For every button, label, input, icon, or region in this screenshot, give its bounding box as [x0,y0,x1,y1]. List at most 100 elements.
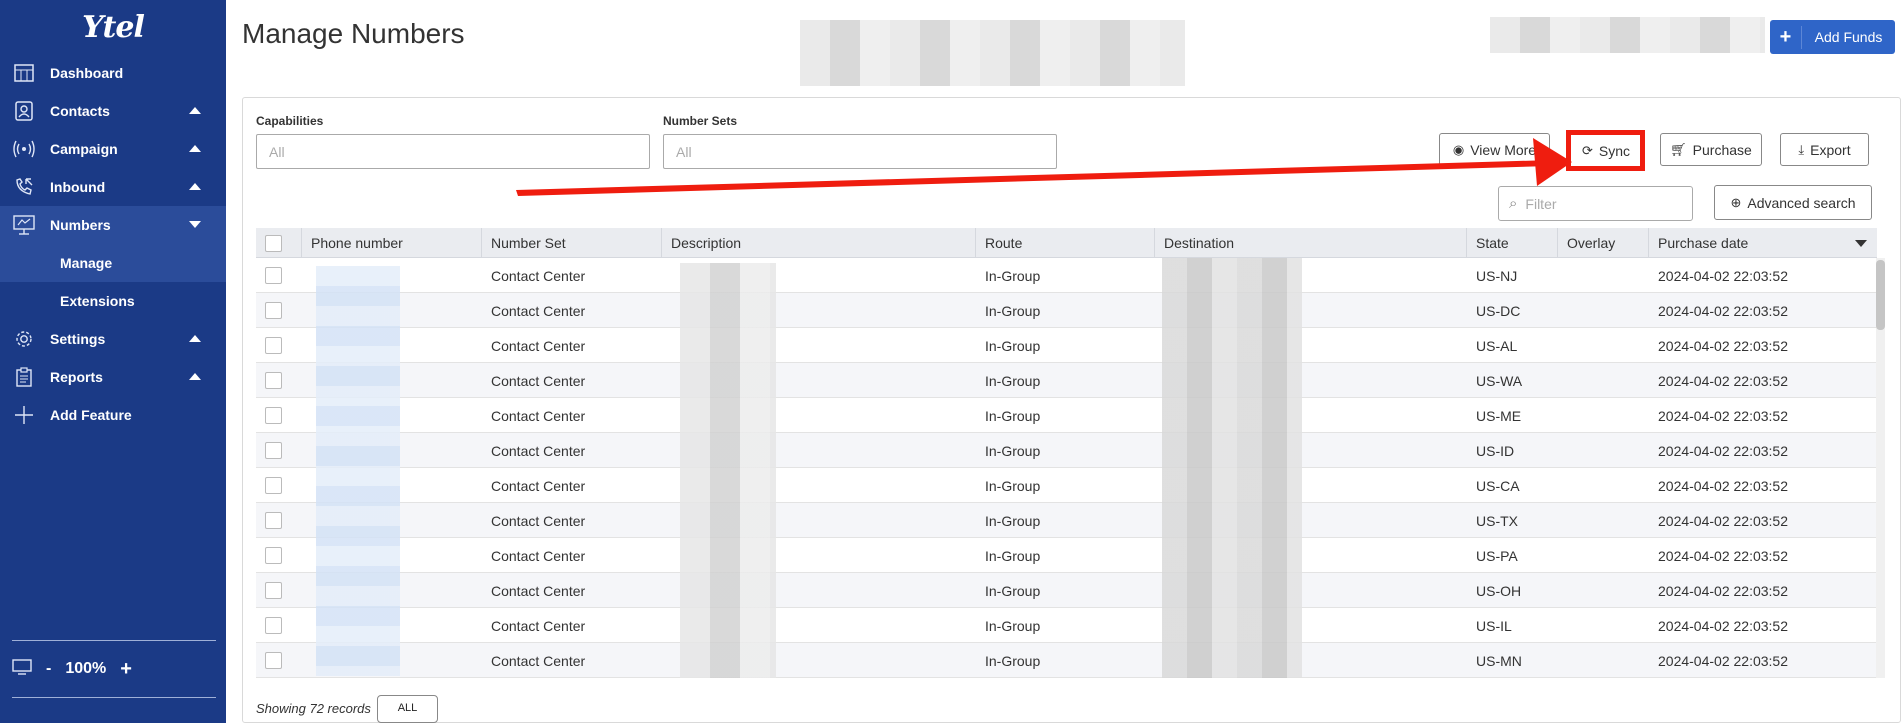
row-select-cell [256,573,302,608]
table-row[interactable]: Contact Center In-Group US-MN 2024-04-02 22… [256,643,1877,678]
view-more-button[interactable]: ◉ View More [1439,133,1550,166]
chevron-up-icon[interactable] [189,335,201,342]
sidebar-subitem-manage[interactable]: Manage [0,244,226,282]
redacted-descriptions [680,263,776,678]
column-header[interactable]: Destination [1155,228,1467,258]
chevron-up-icon[interactable] [189,145,201,152]
purchase-date-cell: 2024-04-02 22:03:52 [1658,372,1788,389]
overlay-cell [1558,433,1649,468]
table-row[interactable]: Contact Center In-Group US-CA 2024-04-02 22… [256,468,1877,503]
table-row[interactable]: Contact Center In-Group US-TX 2024-04-02 22… [256,503,1877,538]
state-cell: US-TX [1476,512,1518,529]
table-row[interactable]: Contact Center In-Group US-NJ 2024-04-02 22… [256,258,1877,293]
table-row[interactable]: Contact Center In-Group US-WA 2024-04-02 22… [256,363,1877,398]
state-cell: US-AL [1476,337,1518,354]
column-header[interactable]: State [1467,228,1558,258]
route-cell: In-Group [985,477,1041,494]
purchase-button[interactable]: 🛒︎ Purchase [1660,133,1762,166]
select-all-checkbox[interactable] [265,234,282,252]
zoom-out-button[interactable]: - [46,660,51,678]
purchase-date-cell: 2024-04-02 22:03:52 [1658,582,1788,599]
row-checkbox[interactable] [265,302,282,319]
row-checkbox[interactable] [265,442,282,459]
sidebar-item-label: Add Feature [50,407,132,423]
column-header[interactable]: Route [976,228,1155,258]
sidebar-item-inbound[interactable]: Inbound [0,168,226,206]
row-checkbox[interactable] [265,582,282,599]
column-header[interactable]: Purchase date [1649,228,1877,258]
table-row[interactable]: Contact Center In-Group US-IL 2024-04-02 22… [256,608,1877,643]
sidebar-subitem-extensions[interactable]: Extensions [0,282,226,320]
chevron-up-icon[interactable] [189,373,201,380]
row-checkbox[interactable] [265,477,282,494]
chevron-up-icon[interactable] [189,183,201,190]
capabilities-select[interactable]: All [256,134,650,169]
route-cell: In-Group [985,372,1041,389]
purchase-date-cell: 2024-04-02 22:03:52 [1658,407,1788,424]
view-more-label: View More [1470,141,1537,158]
row-checkbox[interactable] [265,617,282,634]
dashboard-icon [12,62,36,84]
sidebar-item-reports[interactable]: Reports [0,358,226,396]
state-cell: US-DC [1476,302,1521,319]
row-checkbox[interactable] [265,407,282,424]
table-row[interactable]: Contact Center In-Group US-PA 2024-04-02 22… [256,538,1877,573]
scrollbar-thumb[interactable] [1876,260,1885,330]
sidebar-item-add-feature[interactable]: Add Feature [0,396,226,434]
number-set-cell: Contact Center [491,547,586,564]
row-checkbox[interactable] [265,652,282,669]
numbers-icon [12,214,36,236]
state-cell: US-PA [1476,547,1518,564]
row-checkbox[interactable] [265,267,282,284]
table-row[interactable]: Contact Center In-Group US-ID 2024-04-02 22… [256,433,1877,468]
sidebar-item-numbers[interactable]: Numbers [0,206,226,244]
number-sets-select[interactable]: All [663,134,1057,169]
filter-input[interactable]: ⌕ Filter [1498,186,1693,221]
show-all-button[interactable]: ALL [377,695,438,723]
add-funds-button[interactable]: + Add Funds [1770,20,1895,54]
row-select-cell [256,468,302,503]
row-checkbox[interactable] [265,372,282,389]
sidebar-item-label: Settings [50,331,106,347]
advanced-search-label: Advanced search [1747,194,1856,211]
column-header[interactable]: Number Set [482,228,662,258]
column-header[interactable]: Description [662,228,976,258]
table-row[interactable]: Contact Center In-Group US-OH 2024-04-02 22… [256,573,1877,608]
number-set-cell: Contact Center [491,302,586,319]
state-cell: US-ME [1476,407,1522,424]
table-scrollbar[interactable] [1876,258,1885,678]
select-all-cell [256,228,302,258]
number-set-cell: Contact Center [491,372,586,389]
ytel-logo[interactable]: Ytel [0,0,226,54]
campaign-icon [12,138,36,160]
row-checkbox[interactable] [265,337,282,354]
zoom-in-button[interactable]: + [120,658,132,681]
overlay-cell [1558,538,1649,573]
row-checkbox[interactable] [265,547,282,564]
table-row[interactable]: Contact Center In-Group US-DC 2024-04-02 22… [256,293,1877,328]
sort-desc-icon[interactable] [1855,240,1867,247]
number-set-cell: Contact Center [491,407,586,424]
row-checkbox[interactable] [265,512,282,529]
number-set-cell: Contact Center [491,652,586,669]
chevron-down-icon[interactable] [189,221,201,228]
route-cell: In-Group [985,407,1041,424]
overlay-cell [1558,608,1649,643]
sidebar-item-contacts[interactable]: Contacts [0,92,226,130]
table-row[interactable]: Contact Center In-Group US-AL 2024-04-02 22… [256,328,1877,363]
row-select-cell [256,398,302,433]
sidebar-item-settings[interactable]: Settings [0,320,226,358]
export-button[interactable]: ⤓ Export [1780,133,1869,166]
gear-icon [12,328,36,350]
chevron-up-icon[interactable] [189,107,201,114]
column-header[interactable]: Phone number [302,228,482,258]
table-row[interactable]: Contact Center In-Group US-ME 2024-04-02 22… [256,398,1877,433]
sidebar-item-label: Contacts [50,103,110,119]
route-cell: In-Group [985,267,1041,284]
column-header[interactable]: Overlay [1558,228,1649,258]
number-set-cell: Contact Center [491,267,586,284]
sidebar-item-dashboard[interactable]: Dashboard [0,54,226,92]
advanced-search-button[interactable]: ⊕ Advanced search [1714,185,1872,220]
numbers-table: Phone number Number Set Description Rout… [256,228,1877,678]
sidebar-item-campaign[interactable]: Campaign [0,130,226,168]
